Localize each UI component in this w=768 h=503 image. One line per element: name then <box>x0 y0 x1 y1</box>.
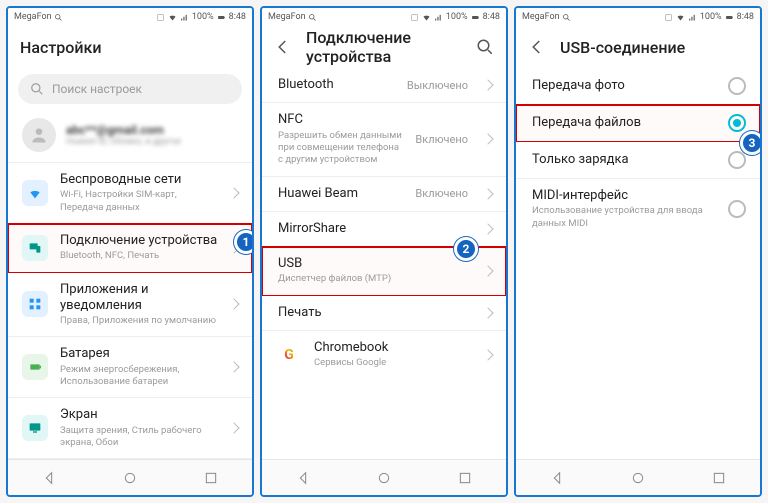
search-icon <box>562 13 571 22</box>
row-apps[interactable]: Приложения и уведомленияПрава, Приложени… <box>8 273 252 338</box>
callout-badge-1: 1 <box>234 230 252 254</box>
nfc-icon <box>664 13 673 22</box>
battery-icon <box>725 13 734 22</box>
row-huawei-beam[interactable]: Huawei Beam Включено <box>262 177 506 212</box>
chevron-right-icon <box>482 307 493 318</box>
search-icon <box>54 13 63 22</box>
nav-home-icon[interactable] <box>376 470 392 486</box>
nav-bar <box>262 459 506 495</box>
battery-icon <box>22 354 48 380</box>
row-usb[interactable]: USBДиспетчер файлов (MTP) 2 <box>262 247 506 296</box>
account-text: abc**@gmail.com Huawei ID, Облако, и дру… <box>66 123 228 147</box>
chevron-right-icon <box>482 134 493 145</box>
battery-label: 100% <box>192 12 214 22</box>
search-icon <box>308 13 317 22</box>
back-arrow-icon[interactable] <box>274 38 292 56</box>
chevron-right-icon <box>228 187 239 198</box>
nfc-icon <box>156 13 165 22</box>
row-chromebook[interactable]: G ChromebookСервисы Google <box>262 331 506 379</box>
row-print[interactable]: Печать <box>262 296 506 331</box>
battery-icon <box>471 13 480 22</box>
radio-icon-selected[interactable] <box>728 114 746 132</box>
back-arrow-icon[interactable] <box>528 38 546 56</box>
row-battery[interactable]: БатареяРежим энергосбережения, Использов… <box>8 337 252 398</box>
row-nfc[interactable]: NFCРазрешить обмен данными при совмещени… <box>262 103 506 176</box>
google-icon: G <box>276 342 302 368</box>
signal-icon <box>434 13 443 22</box>
devices-icon <box>22 235 48 261</box>
signal-icon <box>180 13 189 22</box>
row-charge-only[interactable]: Только зарядка <box>516 142 760 179</box>
battery-icon <box>217 13 226 22</box>
search-icon[interactable] <box>476 38 494 56</box>
nfc-icon <box>410 13 419 22</box>
nav-recent-icon[interactable] <box>711 470 727 486</box>
page-title: Подключение устройства <box>306 28 462 66</box>
row-wireless[interactable]: Беспроводные сетиWi-Fi, Настройки SIM-ка… <box>8 163 252 224</box>
person-icon <box>29 125 49 145</box>
wifi-icon <box>422 13 431 22</box>
row-device-connection[interactable]: Подключение устройстваBluetooth, NFC, Пе… <box>8 224 252 273</box>
wifi-icon <box>22 180 48 206</box>
chevron-right-icon <box>228 423 239 434</box>
search-icon <box>30 82 44 96</box>
radio-icon[interactable] <box>728 151 746 169</box>
header: Настройки <box>8 26 252 68</box>
status-bar: MegaFon 100%8:48 <box>262 8 506 26</box>
wifi-icon <box>168 13 177 22</box>
clock-label: 8:48 <box>229 12 246 22</box>
nav-back-icon[interactable] <box>295 470 311 486</box>
chevron-right-icon <box>482 349 493 360</box>
radio-icon[interactable] <box>728 200 746 218</box>
header: Подключение устройства <box>262 26 506 68</box>
header: USB-соединение <box>516 26 760 68</box>
phone-usb-connection: MegaFon 100%8:48 USB-соединение Передача… <box>514 6 762 497</box>
page-title: USB-соединение <box>560 38 748 57</box>
signal-icon <box>688 13 697 22</box>
phone-device-connection: MegaFon 100%8:48 Подключение устройства … <box>260 6 508 497</box>
chevron-right-icon <box>228 362 239 373</box>
nav-bar <box>8 459 252 495</box>
row-midi[interactable]: MIDI-интерфейсИспользование устройства д… <box>516 179 760 239</box>
nav-recent-icon[interactable] <box>203 470 219 486</box>
nav-back-icon[interactable] <box>41 470 57 486</box>
nav-recent-icon[interactable] <box>457 470 473 486</box>
nav-bar <box>516 459 760 495</box>
callout-badge-2: 2 <box>454 237 478 261</box>
status-bar: MegaFon 100%8:48 <box>516 8 760 26</box>
usb-options-list: Передача фото Передача файлов 3 Только з… <box>516 68 760 459</box>
search-input[interactable]: Поиск настроек <box>18 74 242 104</box>
apps-icon <box>22 291 48 317</box>
device-list: Bluetooth Выключено NFCРазрешить обмен д… <box>262 68 506 459</box>
page-title: Настройки <box>20 38 240 57</box>
carrier-label: MegaFon <box>14 12 52 22</box>
row-display[interactable]: ЭкранЗащита зрения, Стиль рабочего экран… <box>8 398 252 459</box>
avatar <box>22 118 56 152</box>
status-bar: MegaFon 100% 8:48 <box>8 8 252 26</box>
row-photo-transfer[interactable]: Передача фото <box>516 68 760 105</box>
nav-home-icon[interactable] <box>122 470 138 486</box>
row-file-transfer[interactable]: Передача файлов 3 <box>516 105 760 142</box>
chevron-right-icon <box>482 265 493 276</box>
settings-list: Беспроводные сетиWi-Fi, Настройки SIM-ка… <box>8 163 252 459</box>
nav-home-icon[interactable] <box>630 470 646 486</box>
nav-back-icon[interactable] <box>549 470 565 486</box>
phone-settings: MegaFon 100% 8:48 Настройки Поиск настро… <box>6 6 254 497</box>
row-bluetooth[interactable]: Bluetooth Выключено <box>262 68 506 103</box>
search-placeholder: Поиск настроек <box>52 82 142 96</box>
callout-badge-3: 3 <box>740 131 760 155</box>
wifi-icon <box>676 13 685 22</box>
chevron-right-icon <box>482 223 493 234</box>
chevron-right-icon <box>228 299 239 310</box>
chevron-right-icon <box>482 188 493 199</box>
radio-icon[interactable] <box>728 77 746 95</box>
account-row[interactable]: abc**@gmail.com Huawei ID, Облако, и дру… <box>8 110 252 163</box>
display-icon <box>22 415 48 441</box>
chevron-right-icon <box>482 79 493 90</box>
